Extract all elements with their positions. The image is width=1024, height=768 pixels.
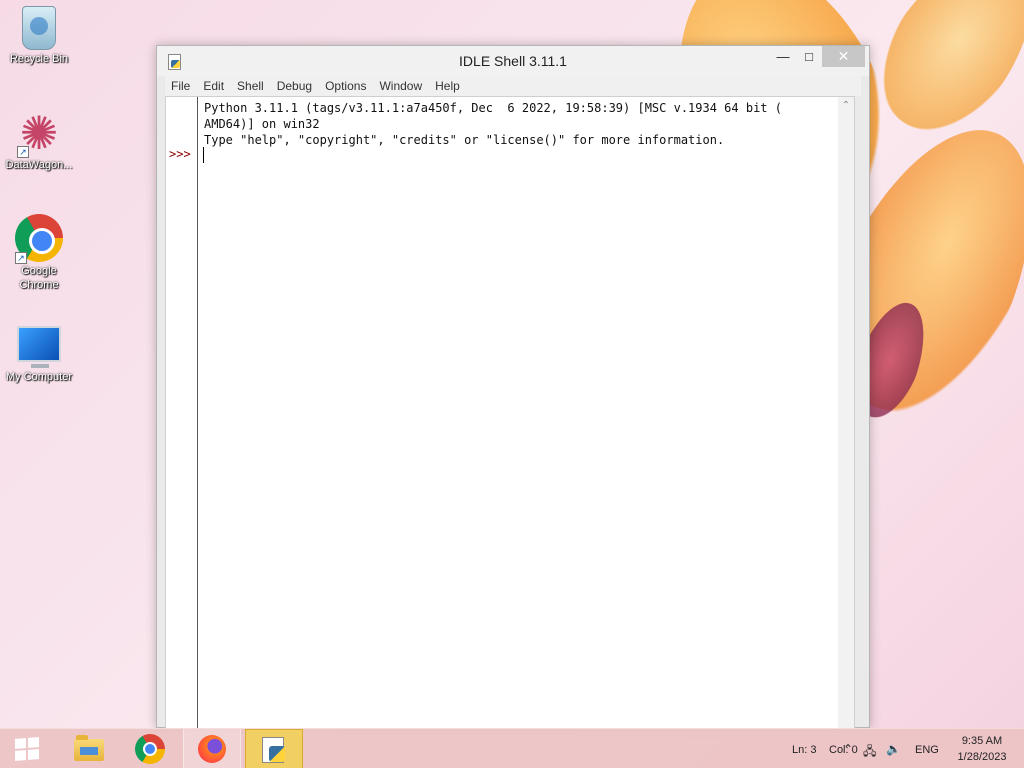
menu-options[interactable]: Options — [325, 79, 366, 93]
status-line-number: Ln: 3 — [792, 744, 817, 756]
show-hidden-icons-icon[interactable]: ⌃ — [843, 742, 853, 756]
shell-line: Python 3.11.1 (tags/v3.11.1:a7a450f, Dec… — [204, 101, 782, 115]
network-icon[interactable]: 🖧 — [863, 742, 876, 763]
clock-date: 1/28/2023 — [957, 751, 1007, 763]
desktop-icon-recycle-bin[interactable]: Recycle Bin — [0, 6, 78, 66]
taskbar-firefox[interactable] — [183, 729, 241, 768]
chrome-icon: ↗ — [15, 214, 63, 264]
minimize-button[interactable]: — — [770, 46, 796, 67]
menu-shell[interactable]: Shell — [237, 79, 264, 93]
prompt-gutter: >>> — [166, 97, 198, 729]
window-title: IDLE Shell 3.11.1 — [459, 53, 567, 69]
text-cursor — [203, 147, 204, 163]
folder-icon — [74, 735, 104, 761]
shortcut-arrow-icon: ↗ — [15, 252, 27, 264]
desktop-icon-label: Recycle Bin — [9, 53, 69, 65]
vertical-scrollbar[interactable]: ⌃ — [838, 97, 854, 729]
shell-output: Python 3.11.1 (tags/v3.11.1:a7a450f, Dec… — [204, 100, 838, 148]
shell-line: Type "help", "copyright", "credits" or "… — [204, 133, 725, 147]
recycle-bin-icon — [22, 6, 56, 50]
firefox-icon — [198, 735, 226, 763]
menu-file[interactable]: File — [171, 79, 190, 93]
menu-help[interactable]: Help — [435, 79, 460, 93]
shell-prompt: >>> — [169, 147, 191, 161]
taskbar-google-chrome[interactable] — [121, 729, 179, 768]
desktop-icon-label: DataWagon... — [5, 159, 73, 171]
desktop-icon-label: Google Chrome — [19, 265, 59, 291]
shortcut-arrow-icon: ↗ — [17, 146, 29, 158]
taskbar: Ln: 3 Col: 0 ⌃ 🖧 🔈 ENG 9:35 AM 1/28/2023 — [0, 728, 1024, 768]
chrome-icon — [135, 734, 165, 764]
language-indicator[interactable]: ENG — [915, 744, 939, 756]
shell-line: AMD64)] on win32 — [204, 117, 320, 131]
scroll-up-icon[interactable]: ⌃ — [838, 99, 854, 113]
clock-time: 9:35 AM — [961, 735, 1003, 747]
taskbar-file-explorer[interactable] — [60, 729, 118, 768]
start-button[interactable] — [0, 729, 54, 768]
menu-edit[interactable]: Edit — [203, 79, 224, 93]
desktop-icon-my-computer[interactable]: My Computer — [0, 322, 78, 384]
menu-window[interactable]: Window — [379, 79, 422, 93]
datawagon-icon: ↗ — [17, 106, 61, 160]
menu-debug[interactable]: Debug — [277, 79, 312, 93]
computer-icon — [17, 326, 61, 368]
windows-logo-icon — [15, 737, 39, 761]
idle-shell-window: IDLE Shell 3.11.1 — □ ✕ File Edit Shell … — [156, 45, 870, 729]
taskbar-python-idle[interactable] — [245, 729, 303, 768]
desktop-icon-label: My Computer — [5, 371, 73, 383]
shell-text-area[interactable]: >>> Python 3.11.1 (tags/v3.11.1:a7a450f,… — [165, 96, 855, 729]
volume-icon[interactable]: 🔈 — [886, 742, 901, 756]
wallpaper-petal — [853, 0, 1024, 157]
desktop-icon-datawagon[interactable]: ↗ DataWagon... — [0, 106, 78, 172]
system-clock[interactable]: 9:35 AM 1/28/2023 — [947, 733, 1017, 765]
maximize-button[interactable]: □ — [796, 46, 822, 67]
menu-bar: File Edit Shell Debug Options Window Hel… — [165, 76, 861, 96]
window-titlebar[interactable]: IDLE Shell 3.11.1 — □ ✕ — [157, 46, 869, 76]
desktop-icon-google-chrome[interactable]: ↗ Google Chrome — [0, 214, 78, 292]
python-file-icon — [262, 737, 285, 763]
close-button[interactable]: ✕ — [822, 46, 865, 67]
